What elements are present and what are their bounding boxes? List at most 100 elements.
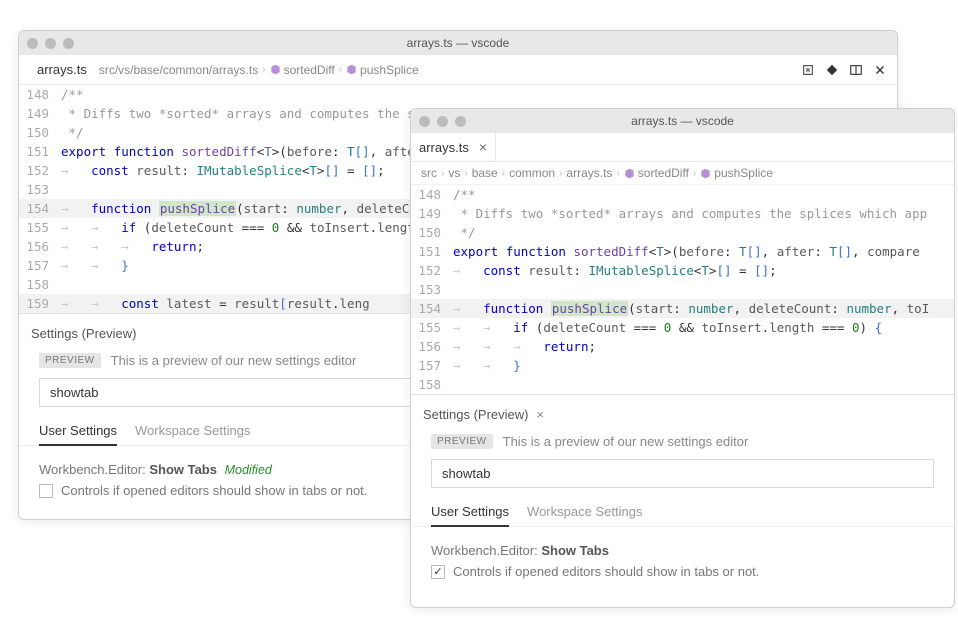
window-controls	[27, 38, 74, 49]
preview-text: This is a preview of our new settings ed…	[111, 353, 357, 368]
breadcrumb-sep: ›	[339, 64, 342, 75]
breadcrumb-item[interactable]: pushSplice	[700, 166, 773, 180]
settings-title: Settings (Preview) ×	[411, 403, 954, 430]
checkbox-show-tabs[interactable]: ✓	[431, 565, 445, 579]
breadcrumb-item[interactable]: base	[472, 166, 498, 180]
tab-label: arrays.ts	[419, 140, 469, 155]
line-number: 149	[411, 204, 453, 223]
breadcrumb-item[interactable]: vs	[448, 166, 460, 180]
breadcrumb-symbol[interactable]: sortedDiff	[270, 63, 335, 77]
code-line[interactable]: 148/**	[19, 85, 897, 104]
line-number: 149	[19, 104, 61, 123]
code-line[interactable]: 156→ → → return;	[411, 337, 954, 356]
settings-search-input[interactable]: showtab	[431, 459, 934, 488]
code-line[interactable]: 157→ → }	[411, 356, 954, 375]
code-line[interactable]: 152→ const result: IMutableSplice<T>[] =…	[411, 261, 954, 280]
breadcrumb: src›vs›base›common›arrays.ts›sortedDiff›…	[411, 162, 954, 185]
tab-bar: arrays.ts ×	[411, 133, 954, 162]
tab-workspace-settings[interactable]: Workspace Settings	[135, 417, 250, 445]
window-title: arrays.ts — vscode	[19, 36, 897, 50]
breadcrumb-sep: ›	[616, 168, 619, 179]
line-number: 156	[19, 237, 61, 256]
code-content[interactable]	[453, 280, 954, 299]
code-content[interactable]: export function sortedDiff<T>(before: T[…	[453, 242, 954, 261]
code-content[interactable]: */	[453, 223, 954, 242]
settings-close-icon[interactable]: ×	[536, 407, 544, 422]
compare-icon[interactable]	[801, 63, 815, 77]
window-controls	[419, 116, 466, 127]
preview-badge: PREVIEW	[431, 434, 493, 449]
breadcrumb-item[interactable]: arrays.ts	[566, 166, 612, 180]
breadcrumb-sep: ›	[441, 168, 444, 179]
settings-panel: Settings (Preview) × PREVIEW This is a p…	[411, 394, 954, 597]
breadcrumb-symbol[interactable]: pushSplice	[346, 63, 419, 77]
breadcrumb: src/vs/base/common/arrays.ts › sortedDif…	[95, 63, 419, 77]
tab-arrays[interactable]: arrays.ts ×	[411, 133, 496, 161]
close-icon[interactable]	[873, 63, 887, 77]
line-number: 158	[411, 375, 453, 394]
tab-user-settings[interactable]: User Settings	[431, 498, 509, 527]
close-dot[interactable]	[419, 116, 430, 127]
line-number: 154	[19, 199, 61, 218]
breadcrumb-sep: ›	[464, 168, 467, 179]
modified-badge: Modified	[225, 463, 272, 477]
line-number: 159	[19, 294, 61, 313]
settings-tabs: User Settings Workspace Settings	[411, 498, 954, 527]
function-icon	[624, 168, 635, 179]
breadcrumb-item[interactable]: sortedDiff	[624, 166, 689, 180]
code-line[interactable]: 151export function sortedDiff<T>(before:…	[411, 242, 954, 261]
split-icon[interactable]	[849, 63, 863, 77]
line-number: 150	[411, 223, 453, 242]
code-content[interactable]: → → → return;	[453, 337, 954, 356]
preview-text: This is a preview of our new settings ed…	[503, 434, 749, 449]
code-content[interactable]: /**	[61, 85, 897, 104]
titlebar[interactable]: arrays.ts — vscode	[19, 31, 897, 55]
line-number: 151	[19, 142, 61, 161]
tab-arrays[interactable]: arrays.ts	[29, 56, 95, 83]
code-line[interactable]: 150 */	[411, 223, 954, 242]
minimize-dot[interactable]	[437, 116, 448, 127]
function-icon	[700, 168, 711, 179]
code-content[interactable]: → → }	[453, 356, 954, 375]
line-number: 155	[411, 318, 453, 337]
titlebar[interactable]: arrays.ts — vscode	[411, 109, 954, 133]
tab-user-settings[interactable]: User Settings	[39, 417, 117, 446]
code-content[interactable]: → function pushSplice(start: number, del…	[453, 299, 954, 318]
line-number: 150	[19, 123, 61, 142]
checkbox-show-tabs[interactable]	[39, 484, 53, 498]
window-front: arrays.ts — vscode arrays.ts × src › vs › ba…	[410, 108, 955, 608]
minimize-dot[interactable]	[45, 38, 56, 49]
code-content[interactable]: → → if (deleteCount === 0 && toInsert.le…	[453, 318, 954, 337]
line-number: 152	[411, 261, 453, 280]
code-content[interactable]: /**	[453, 185, 954, 204]
zoom-dot[interactable]	[63, 38, 74, 49]
breadcrumb-sep: ›	[502, 168, 505, 179]
code-line[interactable]: 153	[411, 280, 954, 299]
line-number: 152	[19, 161, 61, 180]
preview-row: PREVIEW This is a preview of our new set…	[411, 430, 954, 459]
line-number: 153	[19, 180, 61, 199]
breadcrumb-item[interactable]: src	[421, 166, 437, 180]
code-content[interactable]: → const result: IMutableSplice<T>[] = []…	[453, 261, 954, 280]
code-editor[interactable]: 148/**149 * Diffs two *sorted* arrays an…	[411, 185, 954, 394]
preview-badge: PREVIEW	[39, 353, 101, 368]
tab-close-icon[interactable]: ×	[479, 139, 487, 155]
tab-bar: arrays.ts src/vs/base/common/arrays.ts ›…	[19, 55, 897, 85]
code-line[interactable]: 158	[411, 375, 954, 394]
tab-workspace-settings[interactable]: Workspace Settings	[527, 498, 642, 526]
zoom-dot[interactable]	[455, 116, 466, 127]
code-line[interactable]: 155→ → if (deleteCount === 0 && toInsert…	[411, 318, 954, 337]
breadcrumb-path[interactable]: src/vs/base/common/arrays.ts	[99, 63, 258, 77]
close-dot[interactable]	[27, 38, 38, 49]
code-content[interactable]	[453, 375, 954, 394]
code-line[interactable]: 154→ function pushSplice(start: number, …	[411, 299, 954, 318]
source-icon[interactable]	[825, 63, 839, 77]
function-icon	[270, 64, 281, 75]
breadcrumb-sep: ›	[693, 168, 696, 179]
code-line[interactable]: 149 * Diffs two *sorted* arrays and comp…	[411, 204, 954, 223]
line-number: 154	[411, 299, 453, 318]
breadcrumb-item[interactable]: common	[509, 166, 555, 180]
setting-show-tabs: Workbench.Editor: Show Tabs ✓ Controls i…	[411, 527, 954, 583]
code-line[interactable]: 148/**	[411, 185, 954, 204]
code-content[interactable]: * Diffs two *sorted* arrays and computes…	[453, 204, 954, 223]
